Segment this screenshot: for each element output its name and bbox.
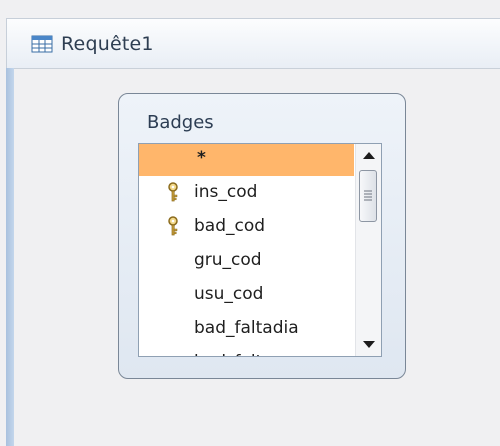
vertical-scrollbar[interactable]: [355, 144, 381, 356]
field-label: usu_cod: [194, 284, 264, 304]
table-title[interactable]: Badges: [147, 112, 214, 133]
window-titlebar[interactable]: Requête1: [6, 18, 500, 68]
field-label: bad_cod: [194, 216, 266, 236]
field-row-ins-cod[interactable]: ins_cod: [139, 176, 354, 210]
left-accent-bar: [6, 68, 14, 446]
table-field-list-badges[interactable]: Badges * ins_cod bad_cod gru_cod usu_cod…: [118, 93, 406, 379]
field-rows: * ins_cod bad_cod gru_cod usu_cod bad_fa…: [139, 144, 354, 356]
field-label: bad_faltames: [194, 352, 309, 356]
field-row-gru-cod[interactable]: gru_cod: [139, 244, 354, 278]
grip-icon: [364, 190, 372, 201]
field-row-bad-faltadia[interactable]: bad_faltadia: [139, 312, 354, 346]
scroll-up-arrow-icon[interactable]: [356, 144, 382, 168]
primary-key-icon: [168, 216, 178, 236]
window-title: Requête1: [61, 33, 154, 55]
field-label: gru_cod: [194, 250, 262, 270]
primary-key-icon: [168, 182, 178, 202]
scroll-down-arrow-icon[interactable]: [356, 332, 382, 356]
field-row-all[interactable]: *: [139, 144, 354, 176]
field-row-bad-cod[interactable]: bad_cod: [139, 210, 354, 244]
scroll-thumb[interactable]: [359, 170, 377, 222]
query-icon: [31, 35, 53, 53]
field-row-usu-cod[interactable]: usu_cod: [139, 278, 354, 312]
field-label: ins_cod: [194, 182, 258, 202]
field-label: bad_faltadia: [194, 318, 299, 338]
field-label: *: [197, 148, 206, 168]
field-row-bad-faltames[interactable]: bad_faltames: [139, 346, 354, 356]
field-list: * ins_cod bad_cod gru_cod usu_cod bad_fa…: [138, 143, 382, 357]
query-window: Requête1 Badges * ins_cod bad_cod gru_co…: [0, 0, 500, 446]
